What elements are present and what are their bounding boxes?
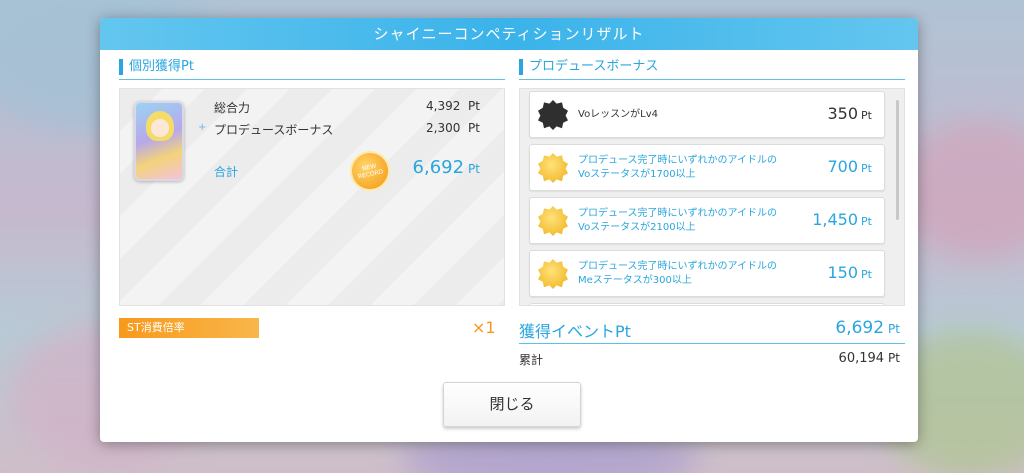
new-record-badge: NEW RECORD <box>348 149 392 193</box>
bonus-list-scrollbar[interactable] <box>896 100 899 220</box>
close-button[interactable]: 閉じる <box>443 382 581 427</box>
bonus-points: 350 Pt <box>827 104 873 123</box>
individual-pt-panel: 総合力 4,392 Pt + プロデュースボーナス 2,300 Pt 合計 NE… <box>119 88 505 306</box>
st-rate-value: ×1 <box>472 318 496 337</box>
st-rate-label: ST消費倍率 <box>119 318 259 338</box>
stat-label-produce-bonus: プロデュースボーナス <box>214 123 334 137</box>
gold-star-icon <box>538 259 568 289</box>
bonus-description: VoレッスンがLv4 <box>578 109 659 120</box>
bonus-points: 700 Pt <box>827 157 873 176</box>
result-dialog: シャイニーコンペティションリザルト 個別獲得Pt 総合力 4,392 Pt + … <box>100 18 918 442</box>
stat-value-produce-bonus: 2,300 Pt <box>426 121 480 135</box>
bonus-item-partial <box>529 303 885 305</box>
bonus-points: 1,450 Pt <box>812 210 872 229</box>
divider <box>519 343 905 344</box>
dialog-title: シャイニーコンペティションリザルト <box>100 18 918 50</box>
produce-bonus-list[interactable]: VoレッスンがLv4 350 Pt プロデュース完了時にいずれかのアイドルの Voス… <box>519 88 905 306</box>
bonus-description: プロデュース完了時にいずれかのアイドルの Voステータスが1700以上 <box>578 155 777 180</box>
total-label: 合計 <box>214 165 239 179</box>
cumulative-value: 60,194 Pt <box>838 351 900 366</box>
bonus-item: VoレッスンがLv4 350 Pt <box>529 91 885 138</box>
event-pt-value: 6,692 Pt <box>835 318 900 338</box>
plus-icon: + <box>198 122 207 133</box>
bonus-description: プロデュース完了時にいずれかのアイドルの Voステータスが2100以上 <box>578 208 777 233</box>
bonus-points: 150 Pt <box>827 263 873 282</box>
bonus-item: プロデュース完了時にいずれかのアイドルの Voステータスが1700以上 700 Pt <box>529 144 885 191</box>
cumulative-label: 累計 <box>519 353 544 367</box>
event-pt-label: 獲得イベントPt <box>519 322 631 341</box>
bonus-item: プロデュース完了時にいずれかのアイドルの Voステータスが2100以上 1,450… <box>529 197 885 244</box>
stat-label-total-power: 総合力 <box>214 101 251 115</box>
bonus-description: プロデュース完了時にいずれかのアイドルの Meステータスが300以上 <box>578 261 777 286</box>
bonus-item: プロデュース完了時にいずれかのアイドルの Meステータスが300以上 150 Pt <box>529 250 885 297</box>
gold-star-icon <box>538 206 568 236</box>
individual-pt-title: 個別獲得Pt <box>119 56 505 80</box>
total-value: 6,692 Pt <box>412 157 480 178</box>
dark-star-icon <box>538 100 568 130</box>
idol-portrait <box>134 101 184 181</box>
gold-star-icon <box>538 153 568 183</box>
produce-bonus-title: プロデュースボーナス <box>519 56 905 80</box>
stat-value-total-power: 4,392 Pt <box>426 99 480 113</box>
